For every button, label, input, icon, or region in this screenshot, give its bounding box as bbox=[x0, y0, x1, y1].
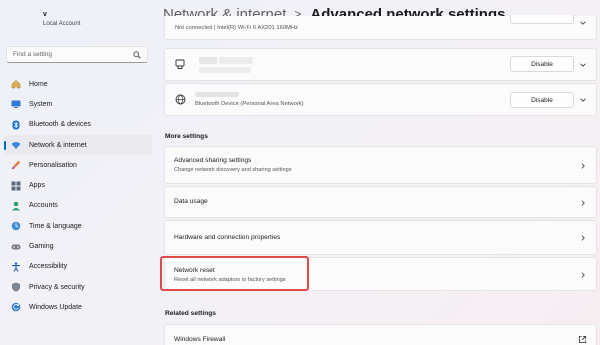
gamepad-icon bbox=[11, 242, 21, 252]
sidebar-item-label: Accessibility bbox=[29, 263, 68, 271]
setting-subtitle: Change network discovery and sharing set… bbox=[174, 167, 292, 173]
wifi-icon bbox=[11, 140, 21, 150]
sidebar-item-label: Personalisation bbox=[29, 161, 77, 169]
disable-button[interactable]: Disable bbox=[510, 56, 574, 72]
sidebar-item-label: Home bbox=[29, 80, 48, 88]
update-icon bbox=[11, 302, 21, 312]
monitor-icon bbox=[11, 99, 21, 109]
sidebar-item-label: Time & language bbox=[29, 222, 82, 230]
setting-title: Windows Firewall bbox=[174, 336, 226, 343]
sidebar-nav: Home System Bluetooth & devices Network … bbox=[0, 74, 152, 318]
sidebar-item-home[interactable]: Home bbox=[4, 74, 152, 94]
home-icon bbox=[11, 79, 21, 89]
setting-row-data-usage[interactable]: Data usage bbox=[164, 186, 597, 218]
setting-title: Advanced sharing settings bbox=[174, 157, 252, 164]
chevron-down-icon[interactable] bbox=[579, 96, 587, 104]
sidebar-item-network[interactable]: Network & internet bbox=[4, 134, 152, 156]
sidebar-item-apps[interactable]: Apps bbox=[4, 175, 152, 195]
setting-row-windows-firewall[interactable]: Windows Firewall bbox=[164, 324, 597, 345]
search-icon bbox=[133, 50, 141, 59]
section-heading-more-settings: More settings bbox=[165, 133, 208, 140]
account-type: Local Account bbox=[43, 21, 81, 27]
person-icon bbox=[11, 201, 21, 211]
sidebar-item-label: Accounts bbox=[29, 202, 58, 210]
redacted-adapter-name bbox=[195, 92, 239, 97]
chevron-down-icon[interactable] bbox=[579, 61, 587, 69]
sidebar-item-windows-update[interactable]: Windows Update bbox=[4, 297, 152, 317]
sidebar-item-bluetooth[interactable]: Bluetooth & devices bbox=[4, 115, 152, 135]
sidebar-item-label: Network & internet bbox=[29, 141, 87, 149]
setting-row-hardware-properties[interactable]: Hardware and connection properties bbox=[164, 220, 597, 255]
apps-icon bbox=[11, 181, 21, 191]
adapter-card-bluetooth: Bluetooth Device (Personal Area Network)… bbox=[164, 83, 597, 116]
adapter-card-wifi: Not connected | Intel(R) Wi-Fi 6 AX201 1… bbox=[164, 15, 597, 40]
sidebar-item-privacy-security[interactable]: Privacy & security bbox=[4, 277, 152, 297]
disable-button[interactable]: Disable bbox=[510, 92, 574, 108]
sidebar-item-gaming[interactable]: Gaming bbox=[4, 236, 152, 256]
shield-icon bbox=[11, 282, 21, 292]
sidebar-item-system[interactable]: System bbox=[4, 94, 152, 114]
chevron-right-icon bbox=[581, 235, 585, 241]
search-placeholder: Find a setting bbox=[13, 51, 53, 58]
accessibility-icon bbox=[11, 262, 21, 272]
chevron-right-icon bbox=[581, 163, 585, 169]
sidebar: v Local Account Find a setting Home Syst… bbox=[0, 0, 156, 345]
external-link-icon bbox=[578, 335, 587, 344]
user-name: v bbox=[43, 11, 47, 18]
bluetooth-icon bbox=[11, 120, 21, 130]
disable-button[interactable] bbox=[510, 15, 574, 24]
adapter-subtitle: Not connected | Intel(R) Wi-Fi 6 AX201 1… bbox=[175, 25, 298, 31]
sidebar-item-personalisation[interactable]: Personalisation bbox=[4, 155, 152, 175]
search-input[interactable]: Find a setting bbox=[6, 46, 148, 63]
brush-icon bbox=[11, 160, 21, 170]
setting-title: Hardware and connection properties bbox=[174, 234, 281, 241]
setting-title: Data usage bbox=[174, 198, 208, 205]
chevron-right-icon bbox=[581, 200, 585, 206]
sidebar-item-label: Bluetooth & devices bbox=[29, 121, 91, 129]
sidebar-item-label: Gaming bbox=[29, 243, 54, 251]
section-heading-related-settings: Related settings bbox=[165, 310, 216, 317]
redacted-adapter-detail bbox=[199, 67, 251, 73]
adapter-card-ethernet: Disable bbox=[164, 48, 597, 81]
clock-globe-icon bbox=[11, 221, 21, 231]
chevron-right-icon bbox=[581, 272, 585, 278]
adapter-subtitle: Bluetooth Device (Personal Area Network) bbox=[195, 101, 304, 107]
sidebar-item-label: System bbox=[29, 100, 53, 108]
chevron-down-icon[interactable] bbox=[579, 19, 587, 27]
sidebar-item-time-language[interactable]: Time & language bbox=[4, 216, 152, 236]
sidebar-item-label: Apps bbox=[29, 182, 45, 190]
sidebar-item-accounts[interactable]: Accounts bbox=[4, 196, 152, 216]
globe-icon bbox=[175, 94, 186, 105]
sidebar-item-label: Privacy & security bbox=[29, 283, 85, 291]
redacted-adapter-name bbox=[219, 57, 253, 64]
setting-row-advanced-sharing[interactable]: Advanced sharing settings Change network… bbox=[164, 146, 597, 184]
sidebar-item-label: Windows Update bbox=[29, 303, 82, 311]
sidebar-item-accessibility[interactable]: Accessibility bbox=[4, 257, 152, 277]
redacted-adapter-name bbox=[199, 57, 217, 64]
highlight-annotation bbox=[160, 256, 309, 291]
ethernet-icon bbox=[175, 59, 185, 69]
